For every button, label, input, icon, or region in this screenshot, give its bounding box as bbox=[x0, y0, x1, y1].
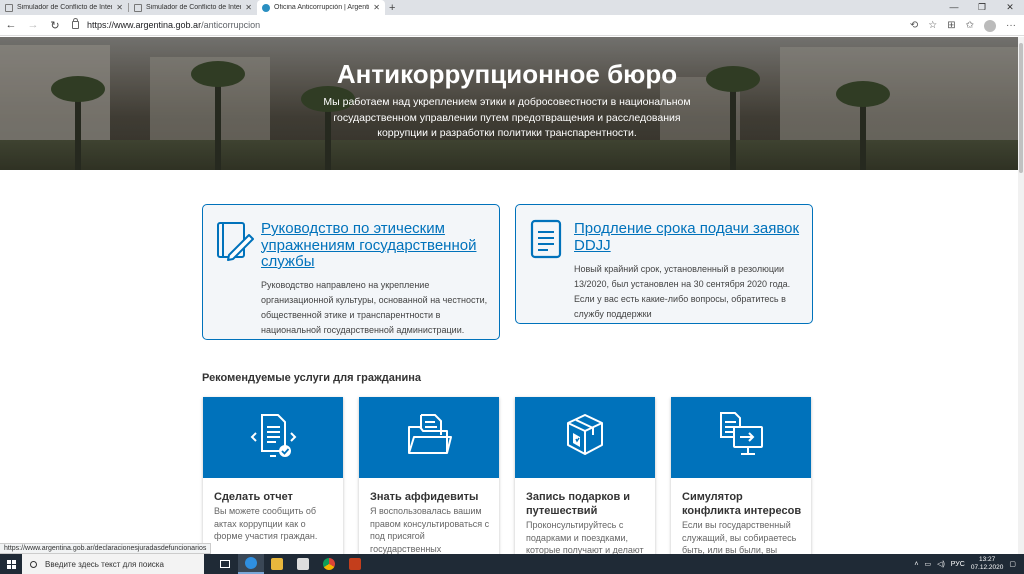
url-path: /anticorrupcion bbox=[201, 20, 261, 30]
address-url[interactable]: https://www.argentina.gob.ar/anticorrupc… bbox=[87, 20, 260, 30]
hero-subtitle: Мы работаем над укреплением этики и добр… bbox=[323, 96, 691, 139]
new-tab-button[interactable]: + bbox=[389, 2, 395, 14]
service-card-affidavits[interactable]: Знать аффидевиты Я воспользовалась вашим… bbox=[359, 397, 499, 557]
search-icon bbox=[30, 560, 37, 568]
windows-taskbar: Введите здесь текст для поиска ˄ ▭ ◁) РУ… bbox=[0, 554, 1024, 574]
browser-tab-3[interactable]: Oficina Anticorrupción | Argentina ✕ bbox=[257, 0, 385, 15]
ddjj-extension-link[interactable]: Продление срока подачи заявок DDJJ bbox=[574, 220, 812, 254]
favorites-icon[interactable]: ✩ bbox=[966, 20, 974, 31]
service-description: Я воспользовалась вашим правом консульти… bbox=[370, 506, 490, 554]
store-icon[interactable] bbox=[290, 554, 316, 574]
close-icon[interactable]: ✕ bbox=[373, 3, 380, 12]
minimize-icon[interactable]: — bbox=[940, 0, 968, 15]
translate-icon[interactable]: ⟲ bbox=[910, 20, 918, 31]
scrollbar-thumb[interactable] bbox=[1019, 43, 1023, 173]
toolbar-actions: ⟲ ☆ ⊞ ✩ ··· bbox=[910, 15, 1016, 36]
address-bar[interactable]: https://www.argentina.gob.ar/anticorrupc… bbox=[72, 17, 872, 33]
service-card-gifts[interactable]: Запись подарков и путешествий Проконсуль… bbox=[515, 397, 655, 557]
tab-title: Simulador de Conflicto de Interés bbox=[17, 4, 113, 11]
service-card-conflict-simulator[interactable]: Симулятор конфликта интересов Если вы го… bbox=[671, 397, 811, 557]
page-icon bbox=[5, 3, 13, 12]
tab-title: Simulador de Conflicto de Interés bbox=[146, 4, 242, 11]
link-status-bar: https://www.argentina.gob.ar/declaracion… bbox=[0, 543, 212, 554]
volume-icon[interactable]: ◁) bbox=[937, 560, 945, 568]
taskbar-search-placeholder: Введите здесь текст для поиска bbox=[45, 559, 164, 569]
keyboard-language[interactable]: РУС bbox=[951, 561, 965, 568]
system-tray: ˄ ▭ ◁) РУС 13:27 07.12.2020 ▢ bbox=[914, 554, 1024, 574]
close-icon[interactable]: ✕ bbox=[245, 3, 252, 12]
chrome-icon[interactable] bbox=[316, 554, 342, 574]
report-document-icon bbox=[250, 414, 297, 457]
featured-card-description: Руководство направлено на укрепление орг… bbox=[261, 280, 488, 335]
network-icon[interactable]: ▭ bbox=[924, 560, 931, 568]
page-icon bbox=[134, 3, 142, 12]
book-pencil-icon bbox=[215, 219, 255, 268]
close-window-icon[interactable]: ✕ bbox=[996, 0, 1024, 15]
gift-box-icon bbox=[567, 414, 603, 455]
tab-title: Oficina Anticorrupción | Argentina bbox=[274, 4, 370, 11]
browser-tab-1[interactable]: Simulador de Conflicto de Interés ✕ bbox=[0, 0, 128, 15]
browser-toolbar: ← → ↻ https://www.argentina.gob.ar/antic… bbox=[0, 15, 1024, 36]
section-heading: Рекомендуемые услуги для гражданина bbox=[202, 372, 422, 384]
more-menu-icon[interactable]: ··· bbox=[1006, 20, 1016, 31]
maximize-icon[interactable]: ❐ bbox=[968, 0, 996, 15]
ethics-guide-link[interactable]: Руководство по этическим упражнениям гос… bbox=[261, 220, 499, 271]
close-icon[interactable]: ✕ bbox=[116, 3, 123, 12]
windows-start-icon[interactable] bbox=[0, 554, 22, 574]
service-title: Запись подарков и путешествий bbox=[526, 491, 631, 517]
lock-icon[interactable] bbox=[72, 18, 79, 29]
browser-tab-2[interactable]: Simulador de Conflicto de Interés ✕ bbox=[129, 0, 257, 15]
browser-tab-bar: Simulador de Conflicto de Interés ✕ Simu… bbox=[0, 0, 1024, 15]
service-title: Симулятор конфликта интересов bbox=[682, 491, 802, 517]
service-title: Знать аффидевиты bbox=[370, 491, 479, 503]
service-description: Если вы государственный служащий, вы соб… bbox=[682, 520, 797, 555]
service-description: Проконсультируйтесь с подарками и поездк… bbox=[526, 520, 644, 555]
service-card-header bbox=[515, 397, 655, 478]
back-icon[interactable]: ← bbox=[0, 19, 22, 31]
edge-browser-icon[interactable] bbox=[238, 554, 264, 574]
featured-card-ddjj-extension[interactable]: Продление срока подачи заявок DDJJ Новый… bbox=[515, 204, 813, 324]
notifications-icon[interactable]: ▢ bbox=[1009, 560, 1016, 568]
collections-icon[interactable]: ⊞ bbox=[947, 20, 955, 31]
folder-documents-icon bbox=[408, 414, 452, 454]
reload-icon[interactable]: ↻ bbox=[44, 19, 66, 32]
service-title: Сделать отчет bbox=[214, 491, 293, 503]
service-card-report[interactable]: Сделать отчет Вы можете сообщить об акта… bbox=[203, 397, 343, 557]
forward-icon[interactable]: → bbox=[22, 19, 44, 31]
page-title: Антикоррупционное бюро bbox=[336, 59, 678, 89]
file-explorer-icon[interactable] bbox=[264, 554, 290, 574]
window-controls: — ❐ ✕ bbox=[940, 0, 1024, 15]
hero-banner: Антикоррупционное бюро Мы работаем над у… bbox=[0, 37, 1018, 170]
featured-card-ethics-guide[interactable]: Руководство по этическим упражнениям гос… bbox=[202, 204, 500, 340]
service-card-header bbox=[203, 397, 343, 478]
monitor-document-icon bbox=[720, 412, 763, 455]
powerpoint-icon[interactable] bbox=[342, 554, 368, 574]
chevron-up-icon[interactable]: ˄ bbox=[914, 561, 918, 568]
clock[interactable]: 13:27 07.12.2020 bbox=[971, 556, 1004, 572]
bookmark-star-icon[interactable]: ☆ bbox=[928, 20, 937, 31]
service-card-header bbox=[671, 397, 811, 478]
page-scrollbar[interactable] bbox=[1018, 37, 1024, 554]
taskbar-search-box[interactable]: Введите здесь текст для поиска bbox=[22, 554, 204, 574]
clock-time: 13:27 bbox=[978, 556, 996, 563]
site-favicon-icon bbox=[262, 3, 270, 12]
url-host: https://www.argentina.gob.ar bbox=[87, 20, 202, 30]
service-card-header bbox=[359, 397, 499, 478]
document-icon bbox=[528, 219, 564, 264]
featured-card-description: Новый крайний срок, установленный в резо… bbox=[574, 264, 791, 319]
clock-date: 07.12.2020 bbox=[970, 564, 1004, 571]
task-view-icon[interactable] bbox=[212, 554, 238, 574]
service-description: Вы можете сообщить об актах коррупции ка… bbox=[214, 506, 318, 541]
profile-avatar[interactable] bbox=[984, 19, 996, 32]
taskbar-apps bbox=[212, 554, 368, 574]
